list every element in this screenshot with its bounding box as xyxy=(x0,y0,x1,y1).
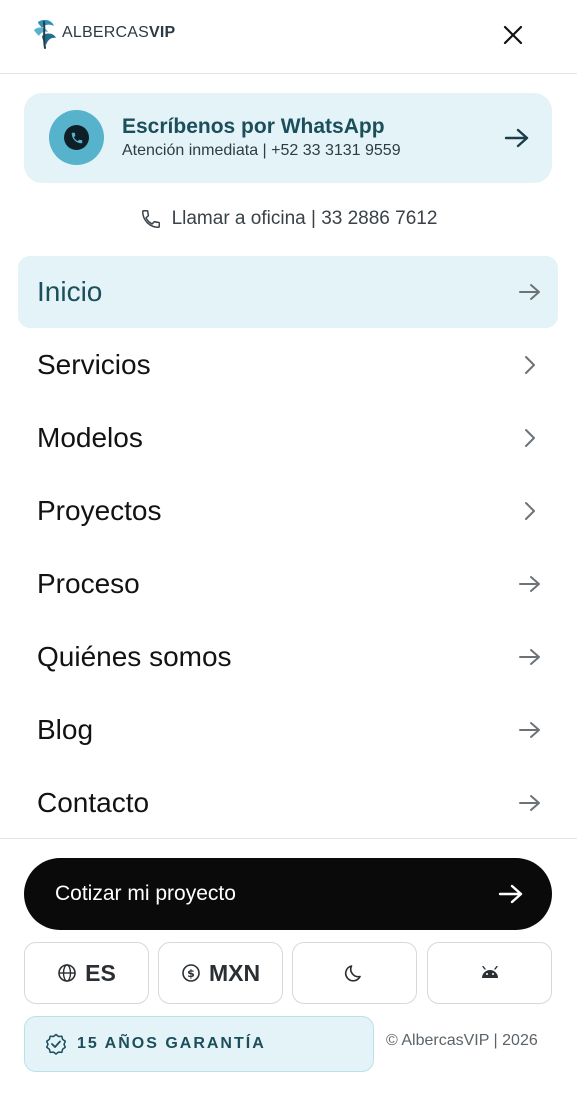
arrow-right-icon xyxy=(498,884,523,904)
chevron-right-icon xyxy=(518,427,542,449)
nav-item-blog[interactable]: Blog xyxy=(18,694,558,766)
nav-item-proyectos[interactable]: Proyectos xyxy=(18,475,558,547)
nav-item-servicios[interactable]: Servicios xyxy=(18,329,558,401)
nav-item-label: Inicio xyxy=(37,276,103,307)
arrow-right-icon xyxy=(518,646,542,668)
language-label: ES xyxy=(85,959,116,986)
whatsapp-icon-circle xyxy=(49,110,104,165)
whatsapp-title: Escríbenos por WhatsApp xyxy=(122,115,385,138)
nav-item-modelos[interactable]: Modelos xyxy=(18,402,558,474)
whatsapp-contact-card[interactable]: Escríbenos por WhatsApp Atención inmedia… xyxy=(24,93,552,183)
copyright-text: © AlbercasVIP | 2026 xyxy=(386,1032,538,1049)
currency-toggle-button[interactable]: $ MXN xyxy=(158,942,283,1004)
cotizar-proyecto-button[interactable]: Cotizar mi proyecto xyxy=(24,858,552,930)
phone-icon xyxy=(141,210,160,228)
nav-item-label: Blog xyxy=(37,714,94,745)
logo-text: ALBERCASVIP xyxy=(62,24,176,41)
logo-mark-icon xyxy=(34,19,56,49)
nav-item-proceso[interactable]: Proceso xyxy=(18,548,558,620)
close-menu-button[interactable] xyxy=(498,20,528,50)
nav-item-label: Proyectos xyxy=(37,495,162,526)
nav-item-label: Modelos xyxy=(37,422,143,453)
nav-item-label: Proceso xyxy=(37,568,140,599)
nav-item-contacto[interactable]: Contacto xyxy=(18,767,558,839)
arrow-right-icon xyxy=(518,792,542,814)
guarantee-badge: 15 AÑOS GARANTÍA xyxy=(24,1016,374,1072)
call-office-link[interactable]: Llamar a oficina | 33 2886 7612 xyxy=(0,204,577,234)
arrow-right-icon xyxy=(504,128,529,148)
nav-item-label: Contacto xyxy=(37,787,150,818)
chevron-right-icon xyxy=(518,500,542,522)
moon-icon xyxy=(344,965,361,982)
currency-label: MXN xyxy=(208,959,261,986)
whatsapp-icon xyxy=(64,125,89,150)
verified-badge-icon xyxy=(45,1033,67,1055)
arrow-right-icon xyxy=(518,281,542,303)
nav-item-label: Servicios xyxy=(37,349,151,380)
globe-icon xyxy=(58,964,76,982)
arrow-right-icon xyxy=(518,719,542,741)
currency-icon: $ xyxy=(182,964,200,982)
android-app-button[interactable] xyxy=(427,942,552,1004)
cta-label: Cotizar mi proyecto xyxy=(55,882,236,905)
call-office-label: Llamar a oficina | 33 2886 7612 xyxy=(171,208,438,229)
arrow-right-icon xyxy=(518,573,542,595)
chevron-right-icon xyxy=(518,354,542,376)
nav-item-inicio[interactable]: Inicio xyxy=(18,256,558,328)
nav-item-label: Quiénes somos xyxy=(37,641,232,672)
svg-text:$: $ xyxy=(187,967,195,980)
menu-header: ALBERCASVIP xyxy=(0,0,577,74)
whatsapp-subtitle: Atención inmediata | +52 33 3131 9559 xyxy=(122,142,401,159)
albercasvip-logo[interactable]: ALBERCASVIP xyxy=(30,16,175,50)
theme-toggle-button[interactable] xyxy=(292,942,417,1004)
guarantee-label: 15 AÑOS GARANTÍA xyxy=(77,1035,266,1052)
divider xyxy=(0,838,577,839)
nav-item-quienes-somos[interactable]: Quiénes somos xyxy=(18,621,558,693)
android-icon xyxy=(481,966,498,978)
close-icon xyxy=(503,25,523,45)
language-toggle-button[interactable]: ES xyxy=(24,942,149,1004)
